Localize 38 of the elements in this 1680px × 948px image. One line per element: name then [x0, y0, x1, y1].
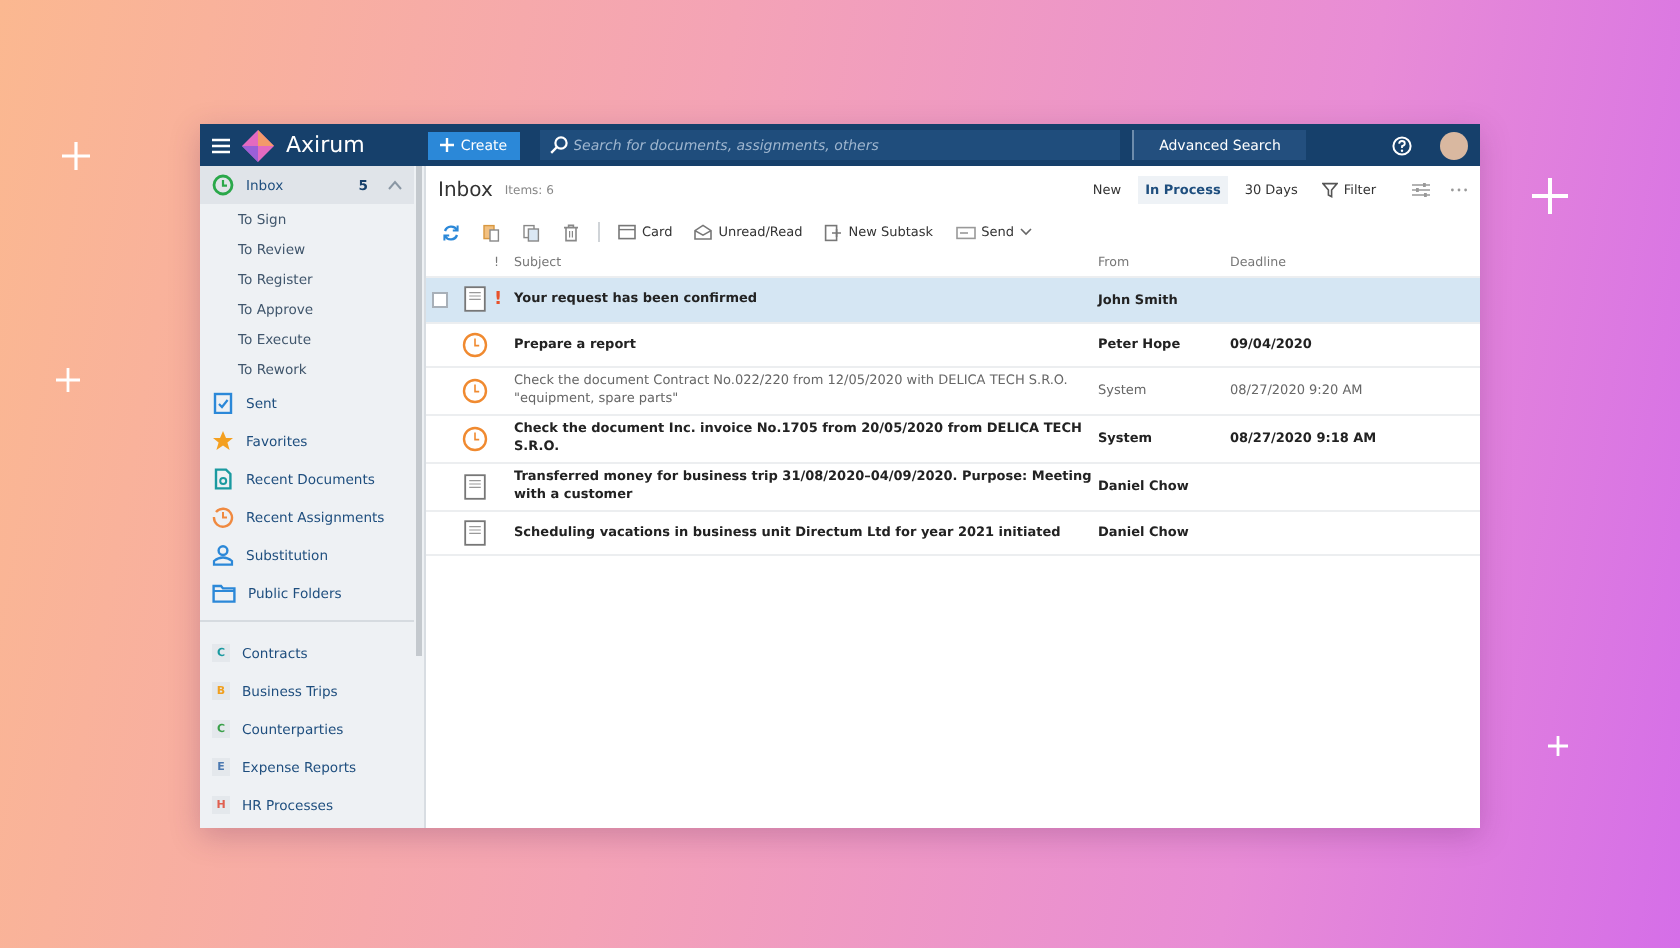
sparkle-icon: [56, 368, 80, 392]
settings-icon: [1412, 182, 1430, 198]
history-icon: [212, 506, 234, 528]
paste-icon: [482, 223, 500, 241]
help-icon: [1392, 135, 1412, 155]
logo-icon: [242, 129, 274, 161]
avatar[interactable]: [1440, 131, 1468, 159]
star-icon: [212, 430, 234, 452]
menu-icon: [212, 137, 230, 153]
page-title: Inbox: [438, 179, 493, 201]
app-name: Axirum: [286, 132, 365, 158]
subtask-icon: [824, 223, 843, 241]
document-icon: [212, 468, 234, 490]
folder-icon: [212, 582, 236, 604]
clock-icon: [212, 174, 234, 196]
trash-icon: [562, 223, 580, 241]
sparkle-icon: [1548, 736, 1568, 756]
send-icon: [955, 225, 976, 239]
card-icon: [618, 224, 636, 240]
refresh-icon: [442, 223, 460, 241]
document-icon: [463, 519, 485, 546]
envelope-icon: [694, 224, 713, 240]
copy-icon: [522, 223, 540, 241]
document-icon: [463, 473, 485, 500]
clock-icon: [461, 331, 487, 358]
sparkle-icon: [62, 142, 90, 170]
clock-icon: [461, 425, 487, 452]
more-icon: [1450, 186, 1468, 194]
person-icon: [212, 544, 234, 566]
clock-icon: [461, 377, 487, 404]
sparkle-icon: [1532, 178, 1568, 214]
clipboard-check-icon: [212, 392, 234, 414]
chevron-icon: [388, 180, 402, 190]
row-checkbox[interactable]: [432, 291, 448, 308]
plus-icon: [440, 138, 455, 152]
funnel-icon: [1321, 182, 1338, 198]
priority-mark: !: [494, 289, 503, 310]
document-icon: [463, 286, 485, 313]
